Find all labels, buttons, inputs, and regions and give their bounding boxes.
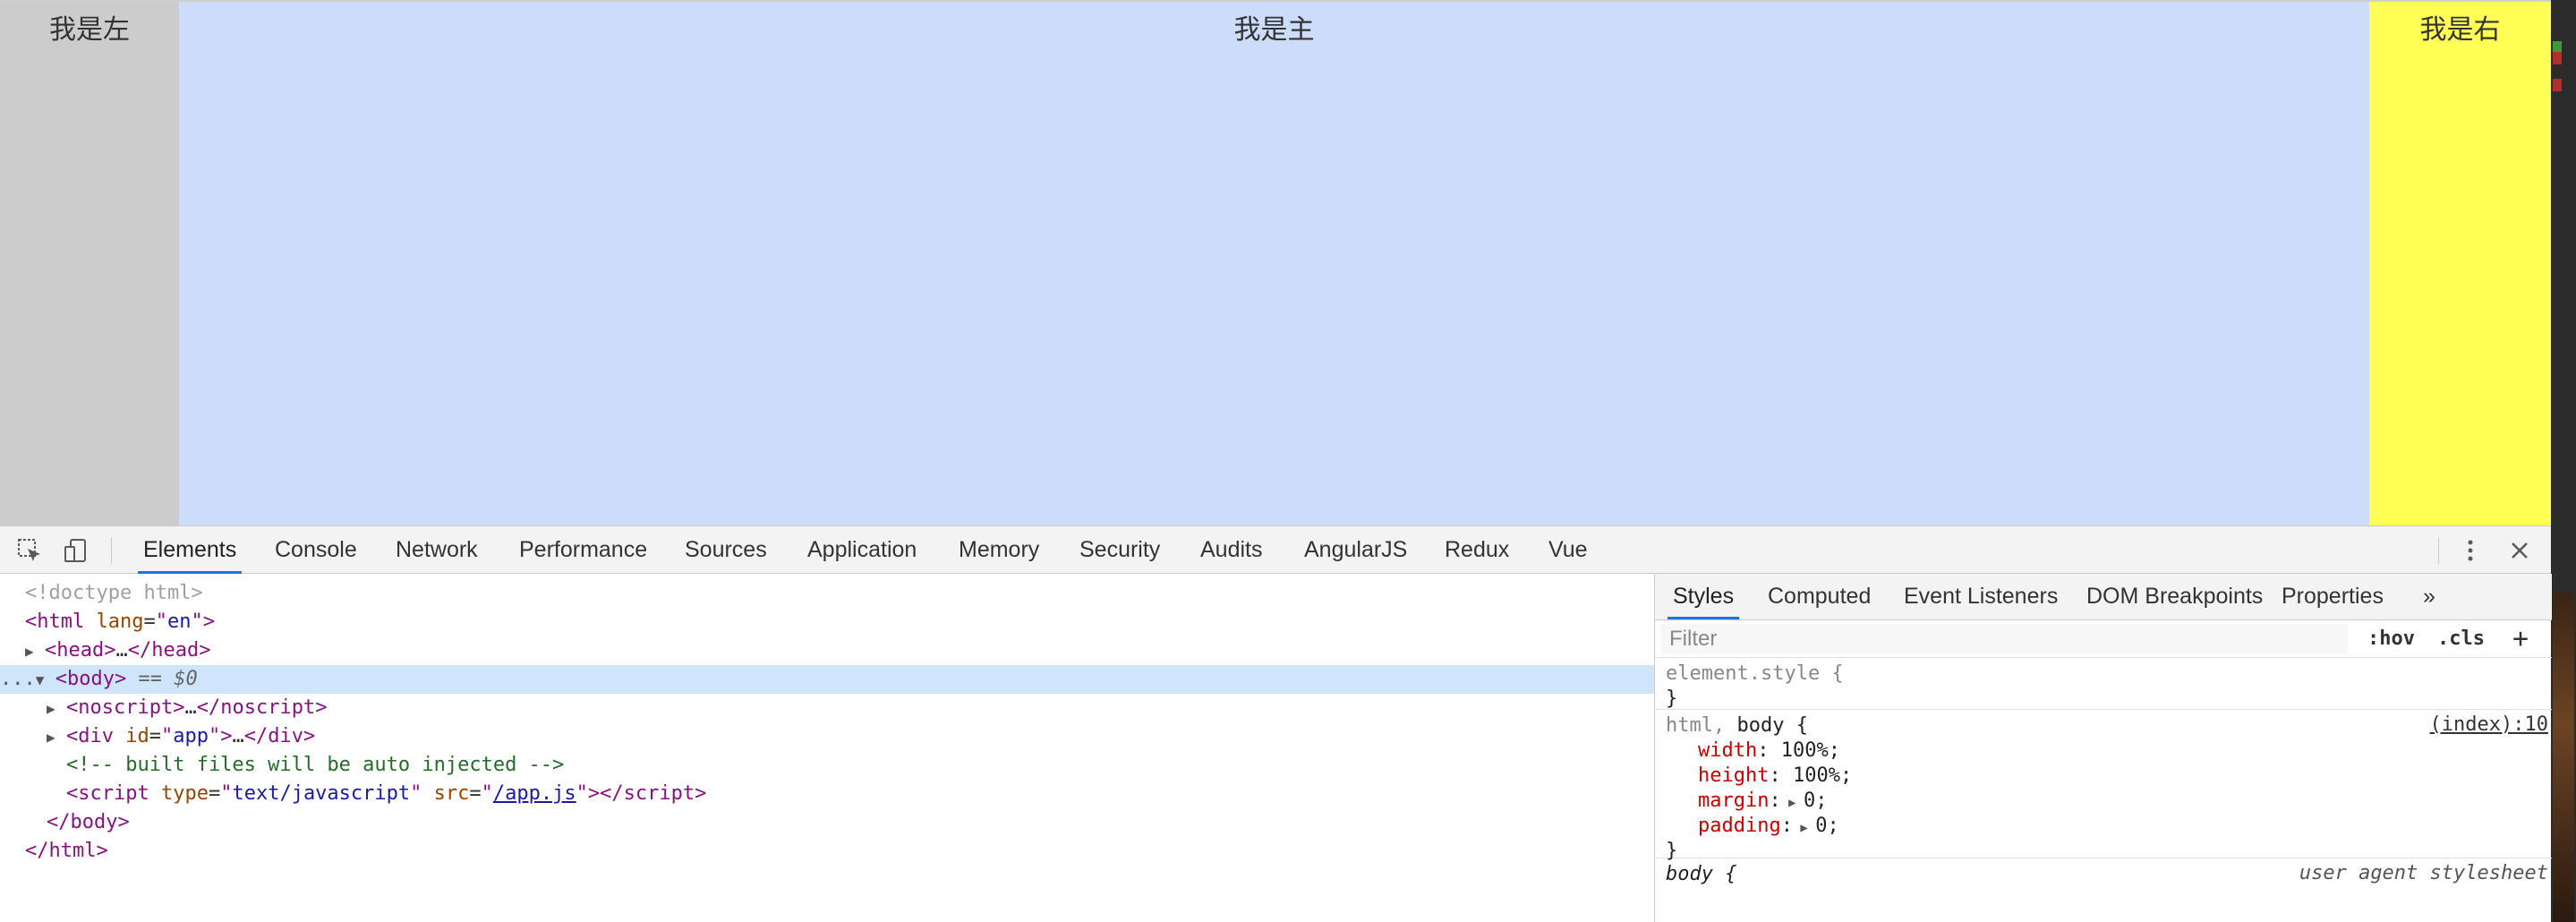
scrollbar-thumb[interactable] [2553, 593, 2574, 922]
toolbar-separator [2438, 537, 2439, 564]
collapse-triangle-icon[interactable]: ▼ [36, 666, 55, 695]
tab-audits[interactable]: Audits [1195, 526, 1267, 574]
tree-node-div-app[interactable]: ▶ <div id="app">…</div> [47, 722, 315, 751]
right-column: 我是右 [2369, 2, 2551, 525]
tree-node-doctype[interactable]: <!doctype html> [25, 579, 203, 608]
tab-vue[interactable]: Vue [1543, 526, 1593, 574]
tab-properties[interactable]: Properties [2276, 574, 2389, 619]
toolbar-separator [111, 537, 112, 564]
styles-tabbar: Styles Computed Event Listeners DOM Brea… [1655, 574, 2552, 620]
page-viewport: 我是左 我是主 我是右 [0, 0, 2551, 525]
expand-triangle-icon[interactable]: ▶ [25, 637, 45, 666]
css-property[interactable]: width: 100%; [1655, 738, 2552, 764]
main-column: 我是主 [179, 2, 2369, 525]
tree-node-body-close[interactable]: </body> [47, 808, 130, 837]
html-body-rule[interactable]: (index):10 html, body { width: 100%; hei… [1655, 713, 2552, 862]
styles-filter-bar: :hov .cls + [1655, 620, 2552, 658]
left-column-label: 我是左 [49, 15, 130, 45]
element-style-rule[interactable]: element.style { } [1655, 662, 2552, 710]
left-column: 我是左 [0, 2, 179, 525]
tab-console[interactable]: Console [269, 526, 363, 574]
body-ua-rule[interactable]: user agent stylesheet body { [1655, 862, 2552, 898]
device-toolbar-icon[interactable] [63, 537, 90, 564]
css-property[interactable]: height: 100%; [1655, 764, 2552, 789]
tab-computed[interactable]: Computed [1762, 574, 1876, 619]
tab-network[interactable]: Network [390, 526, 483, 574]
css-property[interactable]: padding: ▶ 0; [1655, 814, 2552, 839]
main-column-label: 我是主 [1233, 15, 1315, 45]
tab-dom-breakpoints[interactable]: DOM Breakpoints [2081, 574, 2268, 619]
close-icon[interactable] [2506, 537, 2533, 564]
add-rule-icon[interactable]: + [2512, 624, 2529, 654]
styles-filter-input[interactable] [1660, 624, 2348, 654]
scroll-marker [2553, 52, 2562, 64]
tree-node-script[interactable]: <script type="text/javascript" src="/app… [66, 780, 706, 808]
expand-shorthand-icon[interactable]: ▶ [1793, 821, 1815, 835]
elements-tree: <!doctype html> <html lang="en"> ▶ <head>… [0, 574, 1654, 922]
devtools-panel: Elements Console Network Performance Sou… [0, 525, 2552, 922]
window-scrollbar[interactable] [2551, 0, 2576, 922]
selected-node-marker: == $0 [138, 668, 198, 690]
tree-node-noscript[interactable]: ▶ <noscript>…</noscript> [47, 694, 327, 722]
expand-triangle-icon[interactable]: ▶ [47, 695, 66, 723]
rule-source-link[interactable]: (index):10 [2430, 713, 2548, 736]
tree-node-html-close[interactable]: </html> [25, 837, 108, 866]
devtools-toolbar: Elements Console Network Performance Sou… [0, 525, 2551, 574]
script-src-link[interactable]: /app.js [493, 782, 576, 805]
hover-state-toggle[interactable]: :hov [2367, 624, 2415, 654]
expand-shorthand-icon[interactable]: ▶ [1781, 796, 1804, 810]
styles-sidebar: Styles Computed Event Listeners DOM Brea… [1654, 574, 2552, 922]
class-toggle[interactable]: .cls [2437, 624, 2485, 654]
tab-application[interactable]: Application [802, 526, 922, 574]
expand-triangle-icon[interactable]: ▶ [47, 723, 66, 752]
right-column-label: 我是右 [2419, 15, 2501, 45]
doctype-text: <!doctype html> [25, 582, 203, 604]
tree-node-head[interactable]: ▶ <head>…</head> [25, 636, 210, 665]
tab-memory[interactable]: Memory [953, 526, 1045, 574]
tab-angularjs[interactable]: AngularJS [1299, 526, 1412, 574]
tab-elements[interactable]: Elements [138, 526, 243, 574]
tree-node-body-selected[interactable]: ...▼ <body> == $0 [0, 665, 1654, 694]
tree-node-html[interactable]: <html lang="en"> [25, 608, 215, 636]
tab-sources[interactable]: Sources [679, 526, 772, 574]
inspect-element-icon[interactable] [16, 537, 43, 564]
tab-security[interactable]: Security [1074, 526, 1165, 574]
kebab-menu-icon[interactable] [2457, 537, 2484, 564]
tree-node-comment[interactable]: <!-- built files will be auto injected -… [66, 751, 564, 780]
tab-performance[interactable]: Performance [514, 526, 653, 574]
scroll-marker [2553, 79, 2562, 91]
tab-redux[interactable]: Redux [1439, 526, 1514, 574]
css-property[interactable]: margin: ▶ 0; [1655, 789, 2552, 814]
rule-source-label: user agent stylesheet [2299, 862, 2548, 884]
tab-event-listeners[interactable]: Event Listeners [1898, 574, 2063, 619]
tab-styles[interactable]: Styles [1668, 574, 1740, 619]
more-tabs-chevron-icon[interactable]: » [2418, 574, 2441, 619]
